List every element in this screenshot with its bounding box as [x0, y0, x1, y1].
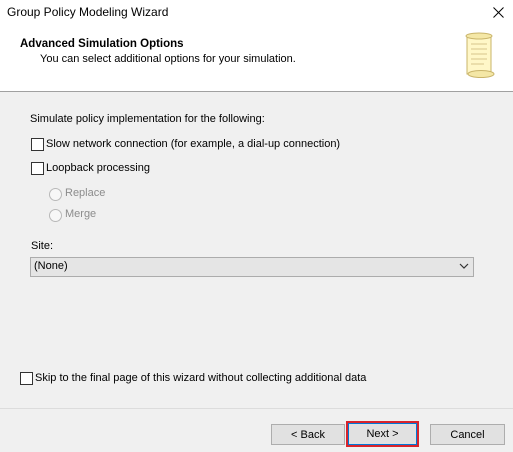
wizard-content: Simulate policy implementation for the f… [0, 92, 513, 408]
back-button[interactable]: < Back [271, 424, 345, 445]
wizard-header: Advanced Simulation Options You can sele… [0, 25, 513, 92]
chevron-down-icon [459, 263, 469, 269]
cancel-button[interactable]: Cancel [430, 424, 505, 445]
loopback-label[interactable]: Loopback processing [46, 162, 150, 174]
skip-label[interactable]: Skip to the final page of this wizard wi… [35, 372, 366, 384]
skip-checkbox[interactable] [20, 372, 33, 385]
page-title: Advanced Simulation Options [20, 38, 184, 50]
page-subtitle: You can select additional options for yo… [40, 53, 296, 65]
replace-label: Replace [65, 187, 106, 199]
merge-label: Merge [65, 208, 97, 220]
close-button[interactable] [483, 0, 513, 25]
wizard-footer: < Back Next > Cancel [0, 408, 513, 452]
site-label: Site: [31, 240, 54, 252]
slow-network-checkbox[interactable] [31, 138, 44, 151]
next-button[interactable]: Next > [346, 421, 419, 447]
window-title: Group Policy Modeling Wizard [7, 5, 169, 19]
scroll-icon [465, 32, 495, 78]
close-icon [492, 7, 504, 18]
slow-network-label[interactable]: Slow network connection (for example, a … [46, 138, 340, 150]
replace-radio[interactable] [49, 188, 62, 201]
options-intro: Simulate policy implementation for the f… [30, 113, 265, 125]
merge-radio[interactable] [49, 209, 62, 222]
site-dropdown-value: (None) [34, 260, 68, 272]
site-dropdown[interactable]: (None) [30, 257, 474, 277]
title-bar: Group Policy Modeling Wizard [0, 0, 513, 25]
loopback-checkbox[interactable] [31, 162, 44, 175]
